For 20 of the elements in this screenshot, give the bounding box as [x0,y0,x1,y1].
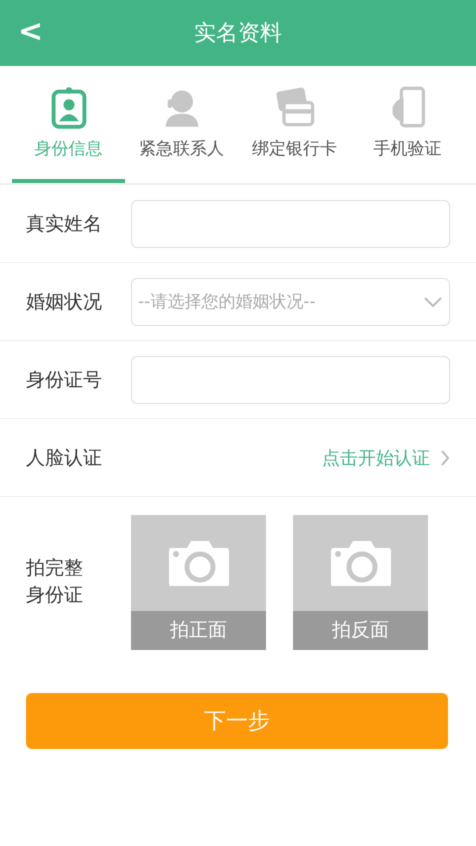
input-field[interactable] [131,356,450,404]
next-step-button[interactable]: 下一步 [26,693,448,749]
page-title: 实名资料 [194,20,282,48]
field-label: 婚姻状况 [26,290,103,314]
photo-upload-button[interactable]: 拍反面 [293,514,428,650]
input-field[interactable] [131,200,450,248]
tab[interactable]: 紧急联系人 [125,66,238,183]
tab[interactable]: 身份信息 [12,66,125,183]
field-label: 人脸认证 [26,446,103,470]
photo-upload-button[interactable]: 拍正面 [131,514,266,650]
select-field[interactable]: --请选择您的婚姻状况-- [131,278,450,326]
chevron-right-icon [440,448,450,466]
start-verification-link[interactable]: 点击开始认证 [322,446,450,470]
back-button[interactable]: < [18,14,44,49]
tab[interactable]: 手机验证 [351,66,464,183]
chevron-down-icon [423,296,443,308]
field-label: 真实姓名 [26,212,103,236]
field-label: 身份证号 [26,368,103,392]
tab[interactable]: 绑定银行卡 [238,66,351,183]
field-label: 拍完整身份证 [26,556,83,608]
